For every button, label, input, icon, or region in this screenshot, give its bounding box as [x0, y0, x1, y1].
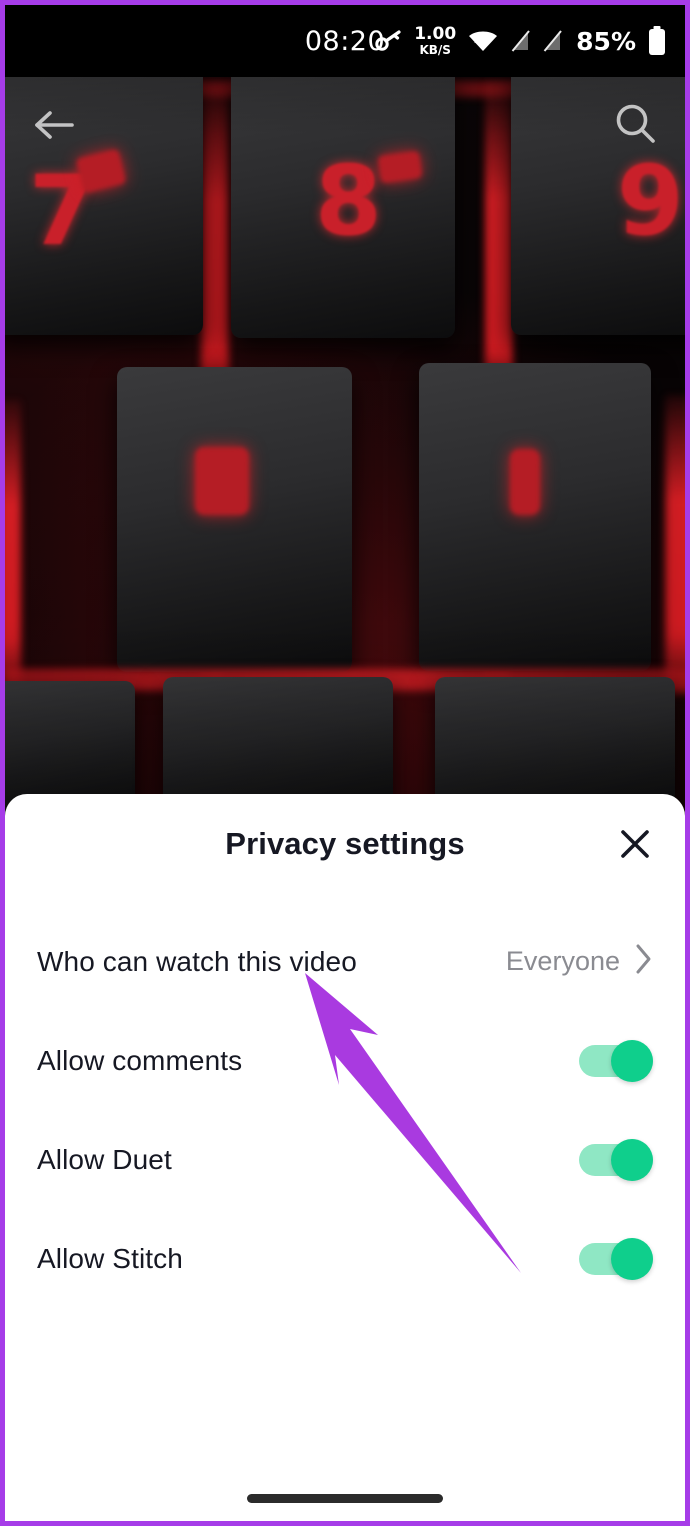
settings-list: Who can watch this video Everyone Allow … [5, 912, 685, 1308]
phone-screen: 7 8 9 08:20 1.00 [0, 0, 690, 1526]
setting-value: Everyone [505, 946, 620, 976]
toggle-knob [611, 1039, 653, 1082]
allow-stitch-toggle[interactable] [579, 1237, 653, 1280]
network-speed-indicator: 1.00 KB/S [414, 24, 457, 57]
page-title: Privacy settings [225, 826, 465, 861]
setting-row-allow-duet[interactable]: Allow Duet [37, 1110, 653, 1209]
setting-label: Who can watch this video [37, 945, 357, 977]
toggle-knob [611, 1237, 653, 1280]
setting-row-allow-stitch[interactable]: Allow Stitch [37, 1209, 653, 1308]
sheet-header: Privacy settings [5, 794, 685, 894]
status-bar: 08:20 1.00 KB/S 85% [5, 5, 685, 77]
close-icon[interactable] [609, 818, 661, 870]
setting-label: Allow Duet [37, 1143, 172, 1175]
sim1-no-signal-icon [510, 29, 531, 53]
setting-control[interactable]: Everyone [506, 943, 653, 980]
sim2-no-signal-icon [542, 29, 563, 53]
video-top-bar [5, 77, 685, 177]
network-speed-unit: KB/S [419, 43, 451, 57]
vpn-key-icon [375, 30, 403, 52]
privacy-settings-sheet: Privacy settings Who can watch this vide… [5, 794, 685, 1521]
setting-row-who-can-watch[interactable]: Who can watch this video Everyone [37, 912, 653, 1011]
setting-row-allow-comments[interactable]: Allow comments [37, 1011, 653, 1110]
battery-icon [647, 26, 667, 56]
battery-percent-label: 85% [576, 26, 636, 56]
back-arrow-icon[interactable] [31, 105, 77, 150]
chevron-right-icon [634, 943, 653, 980]
search-icon[interactable] [613, 102, 659, 153]
allow-comments-toggle[interactable] [579, 1039, 653, 1082]
setting-label: Allow comments [37, 1044, 243, 1076]
allow-duet-toggle[interactable] [579, 1138, 653, 1181]
home-indicator[interactable] [247, 1494, 443, 1503]
setting-label: Allow Stitch [37, 1242, 183, 1274]
status-bar-icons: 1.00 KB/S 85% [375, 5, 667, 77]
network-speed-value: 1.00 [414, 24, 457, 44]
toggle-knob [611, 1138, 653, 1181]
wifi-icon [467, 29, 499, 53]
